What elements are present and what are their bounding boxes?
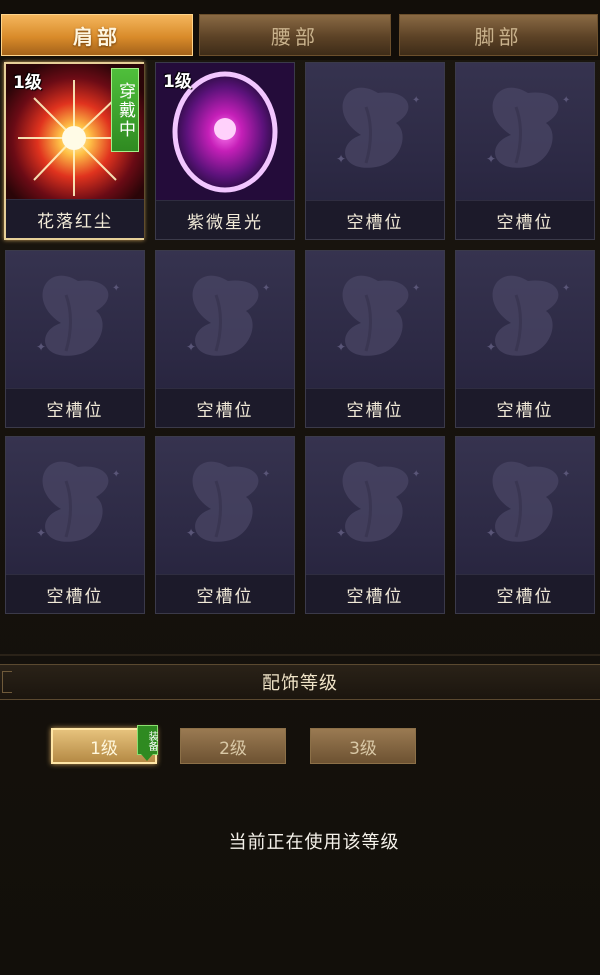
svg-text:✦: ✦ bbox=[336, 340, 346, 354]
empty-slot[interactable]: ✦ ✦ 空槽位 bbox=[155, 436, 295, 614]
level-2-button[interactable]: 2级 bbox=[180, 728, 286, 764]
empty-slot[interactable]: ✦ ✦ 空槽位 bbox=[455, 436, 595, 614]
equipped-badge: 装备 bbox=[137, 725, 158, 761]
svg-text:✦: ✦ bbox=[112, 283, 120, 294]
wearing-badge: 穿戴中 bbox=[111, 68, 139, 152]
butterfly-placeholder-icon: ✦ ✦ bbox=[306, 63, 444, 201]
svg-text:✦: ✦ bbox=[186, 526, 196, 540]
level-section-header: 配饰等级 bbox=[0, 664, 600, 700]
svg-text:✦: ✦ bbox=[562, 283, 570, 294]
level-status-text: 当前正在使用该等级 bbox=[228, 832, 400, 853]
svg-text:✦: ✦ bbox=[486, 340, 496, 354]
svg-text:✦: ✦ bbox=[262, 469, 270, 480]
slot-item[interactable]: 1级 紫微星光 bbox=[155, 62, 295, 240]
svg-text:✦: ✦ bbox=[262, 283, 270, 294]
svg-text:✦: ✦ bbox=[412, 469, 420, 480]
level-3-button[interactable]: 3级 bbox=[310, 728, 416, 764]
slot-level-label: 1级 bbox=[13, 73, 42, 93]
svg-text:✦: ✦ bbox=[412, 283, 420, 294]
butterfly-placeholder-icon: ✦ ✦ bbox=[306, 251, 444, 389]
empty-slot[interactable]: ✦ ✦ 空槽位 bbox=[305, 62, 445, 240]
svg-text:✦: ✦ bbox=[562, 95, 570, 106]
svg-text:✦: ✦ bbox=[36, 340, 46, 354]
tab-waist[interactable]: 腰部 bbox=[199, 14, 391, 56]
slot-name: 空槽位 bbox=[306, 388, 444, 427]
svg-text:✦: ✦ bbox=[486, 152, 496, 166]
slot-name: 花落红尘 bbox=[6, 199, 144, 238]
butterfly-placeholder-icon: ✦ ✦ bbox=[156, 437, 294, 575]
empty-slot[interactable]: ✦ ✦ 空槽位 bbox=[455, 62, 595, 240]
slot-name: 空槽位 bbox=[456, 574, 594, 613]
empty-slot[interactable]: ✦ ✦ 空槽位 bbox=[5, 436, 145, 614]
accessory-slot-grid: 1级 穿戴中 花落红尘 1级 紫微星光 ✦ ✦ 空槽位 ✦ ✦ 空槽位 ✦ ✦ … bbox=[0, 58, 600, 618]
accessory-panel: 肩部 腰部 脚部 1级 穿戴中 花落红尘 1级 紫微星光 ✦ ✦ 空槽位 ✦ ✦… bbox=[0, 0, 600, 975]
svg-text:✦: ✦ bbox=[112, 469, 120, 480]
slot-name: 空槽位 bbox=[456, 388, 594, 427]
slot-name: 空槽位 bbox=[306, 200, 444, 239]
svg-text:✦: ✦ bbox=[412, 95, 420, 106]
empty-slot[interactable]: ✦ ✦ 空槽位 bbox=[455, 250, 595, 428]
slot-level-label: 1级 bbox=[163, 72, 192, 92]
tab-bar: 肩部 腰部 脚部 bbox=[0, 0, 600, 60]
empty-slot[interactable]: ✦ ✦ 空槽位 bbox=[5, 250, 145, 428]
slot-name: 空槽位 bbox=[306, 574, 444, 613]
butterfly-placeholder-icon: ✦ ✦ bbox=[456, 437, 594, 575]
svg-text:✦: ✦ bbox=[186, 340, 196, 354]
svg-text:✦: ✦ bbox=[336, 526, 346, 540]
slot-name: 紫微星光 bbox=[156, 200, 294, 239]
butterfly-placeholder-icon: ✦ ✦ bbox=[6, 251, 144, 389]
butterfly-placeholder-icon: ✦ ✦ bbox=[456, 63, 594, 201]
slot-name: 空槽位 bbox=[156, 574, 294, 613]
level-section-title: 配饰等级 bbox=[262, 673, 338, 694]
slot-name: 空槽位 bbox=[6, 574, 144, 613]
empty-slot[interactable]: ✦ ✦ 空槽位 bbox=[155, 250, 295, 428]
butterfly-placeholder-icon: ✦ ✦ bbox=[156, 251, 294, 389]
slot-name: 空槽位 bbox=[6, 388, 144, 427]
empty-slot[interactable]: ✦ ✦ 空槽位 bbox=[305, 250, 445, 428]
butterfly-placeholder-icon: ✦ ✦ bbox=[456, 251, 594, 389]
svg-text:✦: ✦ bbox=[486, 526, 496, 540]
svg-text:✦: ✦ bbox=[562, 469, 570, 480]
slot-name: 空槽位 bbox=[156, 388, 294, 427]
svg-text:✦: ✦ bbox=[336, 152, 346, 166]
butterfly-placeholder-icon: ✦ ✦ bbox=[306, 437, 444, 575]
slot-item[interactable]: 1级 穿戴中 花落红尘 bbox=[4, 62, 144, 240]
tab-shoulder[interactable]: 肩部 bbox=[1, 14, 193, 56]
butterfly-placeholder-icon: ✦ ✦ bbox=[6, 437, 144, 575]
slot-name: 空槽位 bbox=[456, 200, 594, 239]
svg-text:✦: ✦ bbox=[36, 526, 46, 540]
empty-slot[interactable]: ✦ ✦ 空槽位 bbox=[305, 436, 445, 614]
tab-feet[interactable]: 脚部 bbox=[399, 14, 598, 56]
section-divider bbox=[0, 654, 600, 656]
